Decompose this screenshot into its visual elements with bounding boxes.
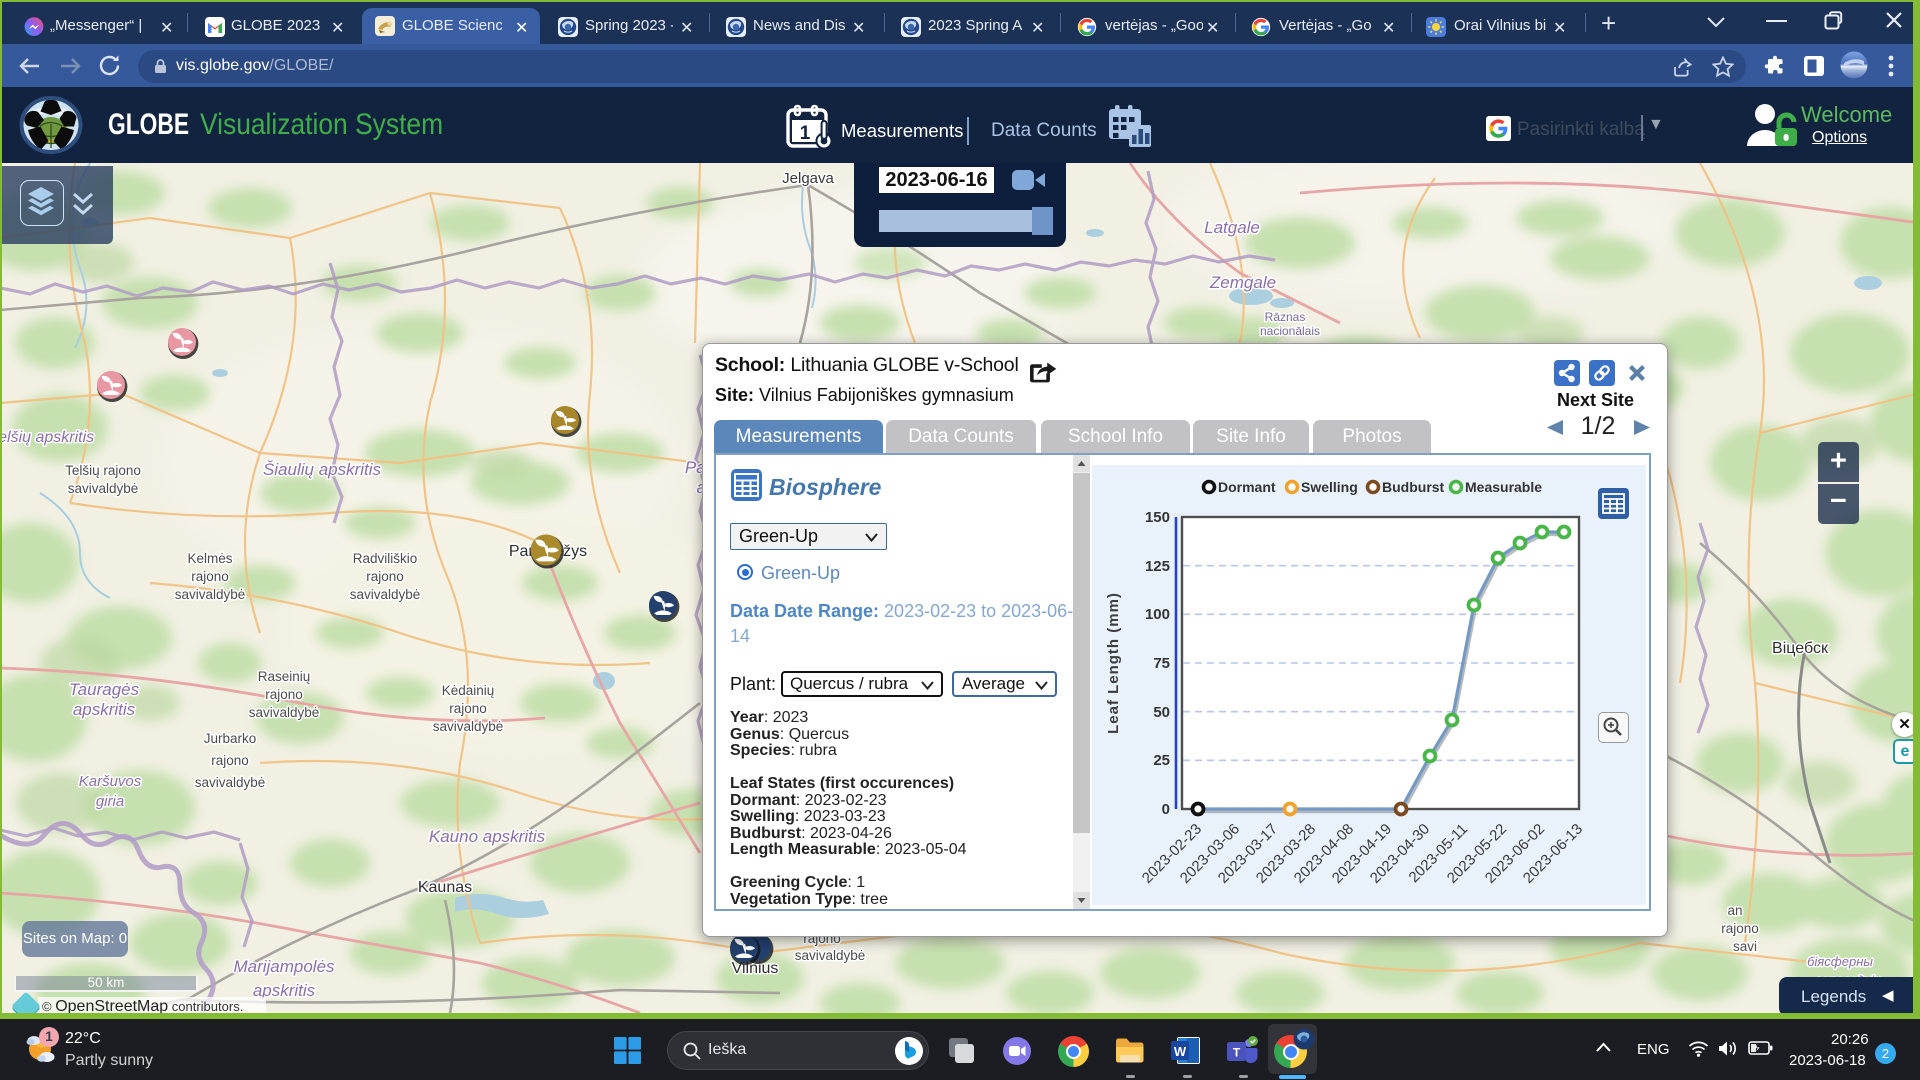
svg-text:0: 0 bbox=[1162, 801, 1170, 818]
svg-text:Zemgale: Zemgale bbox=[1209, 273, 1276, 292]
svg-text:25: 25 bbox=[1153, 752, 1170, 769]
svg-text:giria: giria bbox=[96, 793, 124, 810]
svg-text:Telšių rajono: Telšių rajono bbox=[65, 463, 141, 478]
svg-text:savivaldybė: savivaldybė bbox=[795, 948, 866, 963]
svg-text:125: 125 bbox=[1145, 558, 1170, 575]
svg-text:50: 50 bbox=[1153, 704, 1170, 721]
svg-text:1: 1 bbox=[800, 123, 811, 144]
svg-text:Raseinių: Raseinių bbox=[258, 669, 311, 684]
svg-text:Tauragės: Tauragės bbox=[69, 680, 140, 699]
svg-text:Karšuvos: Karšuvos bbox=[79, 773, 142, 790]
svg-text:біясферны: біясферны bbox=[1807, 954, 1873, 969]
svg-text:Kelmės: Kelmės bbox=[187, 551, 232, 566]
svg-text:Jelgava: Jelgava bbox=[782, 170, 834, 187]
svg-text:apskritis: apskritis bbox=[73, 700, 136, 719]
svg-text:Rāznas: Rāznas bbox=[1265, 310, 1306, 324]
svg-text:savivaldybė: savivaldybė bbox=[433, 719, 504, 734]
svg-text:Віцебск: Віцебск bbox=[1772, 640, 1829, 657]
svg-text:T: T bbox=[1233, 1046, 1241, 1060]
svg-text:Measurable: Measurable bbox=[1465, 479, 1542, 495]
svg-text:savivaldybė: savivaldybė bbox=[68, 481, 139, 496]
svg-text:rajono: rajono bbox=[191, 569, 229, 584]
svg-text:Kauno apskritis: Kauno apskritis bbox=[429, 827, 546, 846]
svg-text:Radviliškio: Radviliškio bbox=[353, 551, 418, 566]
svg-text:Budburst: Budburst bbox=[1382, 479, 1445, 495]
svg-text:rajono: rajono bbox=[449, 701, 487, 716]
svg-text:150: 150 bbox=[1145, 509, 1170, 526]
svg-text:Kaunas: Kaunas bbox=[418, 879, 472, 896]
svg-text:Latgale: Latgale bbox=[1204, 218, 1260, 237]
svg-text:Kėdainių: Kėdainių bbox=[442, 683, 495, 698]
svg-text:rajono: rajono bbox=[366, 569, 404, 584]
svg-text:an: an bbox=[1727, 903, 1742, 918]
svg-text:Leaf Length (mm): Leaf Length (mm) bbox=[1105, 592, 1122, 734]
svg-text:Telšių apskritis: Telšių apskritis bbox=[0, 429, 94, 446]
svg-text:Šiaulių apskritis: Šiaulių apskritis bbox=[263, 460, 382, 479]
svg-text:savivaldybė: savivaldybė bbox=[350, 587, 421, 602]
svg-text:rajono: rajono bbox=[1721, 921, 1759, 936]
svg-text:Jurbarko: Jurbarko bbox=[204, 731, 257, 746]
svg-text:savivaldybė: savivaldybė bbox=[249, 705, 320, 720]
svg-text:100: 100 bbox=[1145, 606, 1170, 623]
svg-text:75: 75 bbox=[1153, 655, 1170, 672]
svg-text:Marijampolės: Marijampolės bbox=[233, 957, 335, 976]
svg-text:savivaldybė: savivaldybė bbox=[195, 775, 266, 790]
svg-text:rajono: rajono bbox=[211, 753, 249, 768]
svg-text:rajono: rajono bbox=[265, 687, 303, 702]
svg-text:savivaldybė: savivaldybė bbox=[175, 587, 246, 602]
svg-text:Swelling: Swelling bbox=[1301, 479, 1358, 495]
svg-text:Dormant: Dormant bbox=[1218, 479, 1276, 495]
svg-text:W: W bbox=[1174, 1044, 1187, 1059]
svg-text:nacionālais: nacionālais bbox=[1260, 324, 1320, 338]
svg-text:savi: savi bbox=[1733, 939, 1757, 954]
